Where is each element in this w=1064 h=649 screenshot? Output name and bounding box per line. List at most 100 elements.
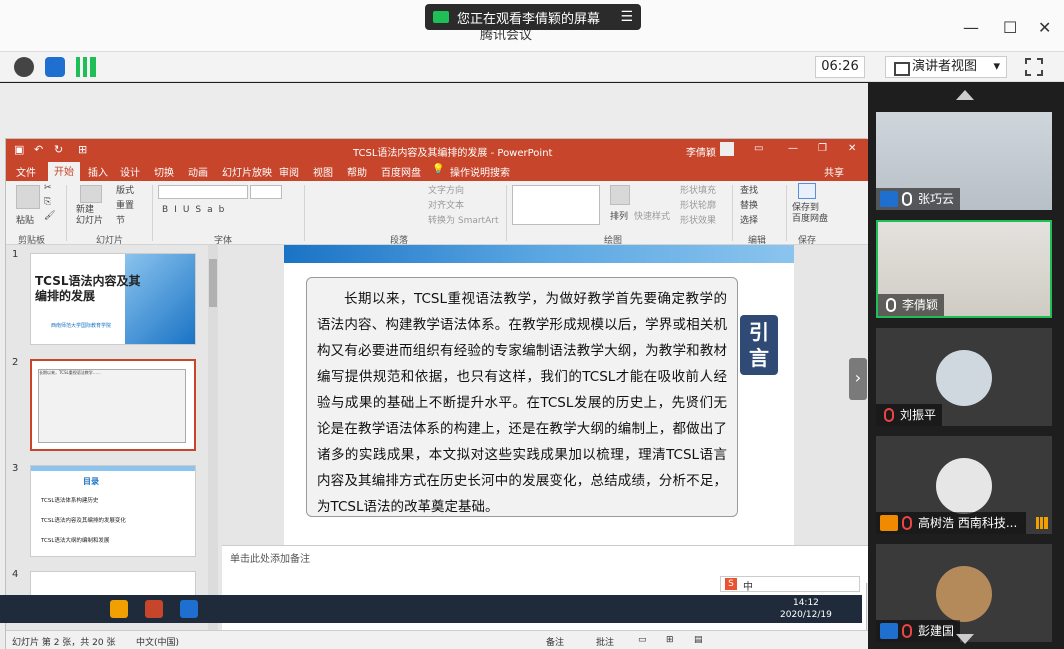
maximize-icon[interactable]: ☐: [1003, 18, 1017, 37]
new-slide-icon[interactable]: [80, 185, 102, 203]
share-button[interactable]: 共享: [824, 164, 844, 179]
notes-toggle[interactable]: 备注: [546, 635, 564, 648]
save-icon[interactable]: ▣: [14, 143, 24, 156]
tab-home[interactable]: 开始: [48, 162, 80, 181]
font-format-icons[interactable]: BIUSab: [162, 205, 230, 215]
sogou-icon: S: [725, 578, 737, 590]
thumbnail-scrollbar[interactable]: [208, 245, 218, 630]
slide-thumbnail-1[interactable]: TCSL语法内容及其编排的发展 西南师范大学国际教育学院: [30, 253, 196, 345]
view-mode-select[interactable]: 演讲者视图 ▾: [885, 56, 1007, 78]
scrollbar-thumb[interactable]: [209, 259, 217, 307]
scroll-down-icon[interactable]: [956, 634, 974, 644]
current-slide[interactable]: 长期以来，TCSL重视语法教学，为做好教学首先要确定教学的语法内容、构建教学语法…: [284, 245, 794, 545]
participant-name: 李倩颖: [902, 298, 939, 312]
signal-icon[interactable]: [76, 57, 96, 77]
shape-outline-button[interactable]: 形状轮廓: [680, 198, 716, 211]
arrange-icon[interactable]: [610, 185, 630, 205]
quick-styles-button[interactable]: 快速样式: [634, 209, 670, 222]
paste-icon[interactable]: [16, 185, 40, 209]
redo-icon[interactable]: ↻: [54, 143, 63, 156]
tab-view[interactable]: 视图: [313, 164, 333, 179]
layout-button[interactable]: 版式: [116, 183, 134, 196]
shape-effects-button[interactable]: 形状效果: [680, 213, 716, 226]
participant-name-bar: 张巧云: [876, 188, 961, 210]
font-name-select[interactable]: [158, 185, 248, 199]
tell-me-search[interactable]: 操作说明搜索: [450, 164, 510, 179]
find-button[interactable]: 查找: [740, 183, 758, 196]
tab-file[interactable]: 文件: [16, 164, 36, 179]
shape-fill-button[interactable]: 形状填充: [680, 183, 716, 196]
mic-icon: [886, 298, 896, 312]
arrange-button[interactable]: 排列: [610, 209, 628, 222]
paste-button[interactable]: 粘贴: [16, 213, 34, 226]
close-icon[interactable]: ✕: [848, 143, 856, 154]
slide-body-text[interactable]: 长期以来，TCSL重视语法教学，为做好教学首先要确定教学的语法内容、构建教学语法…: [306, 277, 738, 517]
avatar[interactable]: [720, 142, 734, 156]
copy-icon[interactable]: ⎘: [44, 197, 51, 207]
cut-icon[interactable]: ✂: [44, 183, 52, 193]
share-banner[interactable]: 您正在观看李倩颖的屏幕 ☰: [425, 4, 641, 30]
reading-view-icon[interactable]: ▤: [694, 635, 703, 645]
ime-toolbar[interactable]: S 中: [720, 576, 860, 593]
new-slide-button[interactable]: 新建 幻灯片: [76, 205, 103, 227]
smartart-button[interactable]: 转换为 SmartArt: [428, 213, 498, 226]
ribbon-display-icon[interactable]: ▭: [754, 143, 763, 154]
undo-icon[interactable]: ↶: [34, 143, 43, 156]
slide-thumbnail-3[interactable]: 目录 TCSL语法体系构建历史 TCSL语法内容及其编排的发展变化 TCSL语法…: [30, 465, 196, 557]
section-button[interactable]: 节: [116, 213, 125, 226]
comments-toggle[interactable]: 批注: [596, 635, 614, 648]
participant-tile[interactable]: 刘振平: [876, 328, 1052, 426]
thumb-subtitle: 西南师范大学国际教育学院: [51, 323, 112, 329]
ribbon-divider: [786, 185, 787, 241]
info-icon[interactable]: [14, 57, 34, 77]
present-icon[interactable]: ⊞: [78, 143, 87, 156]
baidu-cloud-icon[interactable]: [798, 183, 816, 199]
powerpoint-icon[interactable]: [145, 600, 163, 618]
reset-button[interactable]: 重置: [116, 198, 134, 211]
ime-mode[interactable]: 中: [743, 578, 753, 593]
sorter-view-icon[interactable]: ⊞: [666, 635, 674, 645]
shapes-gallery[interactable]: [512, 185, 600, 225]
format-painter-icon[interactable]: 🖌: [44, 211, 55, 221]
clock: 14:12 2020/12/19: [780, 597, 832, 621]
file-explorer-icon[interactable]: [110, 600, 128, 618]
ppt-title: TCSL语法内容及其编排的发展 - PowerPoint: [353, 148, 553, 159]
select-button[interactable]: 选择: [740, 213, 758, 226]
signal-icon: [1036, 517, 1048, 529]
tab-slideshow[interactable]: 幻灯片放映: [222, 164, 272, 179]
tab-design[interactable]: 设计: [120, 164, 140, 179]
align-text-button[interactable]: 对齐文本: [428, 198, 464, 211]
tencent-meeting-icon[interactable]: [180, 600, 198, 618]
minimize-icon[interactable]: —: [788, 143, 798, 154]
slide-header-band: [284, 245, 794, 263]
close-icon[interactable]: ✕: [1038, 18, 1051, 37]
participant-name-bar: 刘振平: [876, 404, 943, 426]
tab-transitions[interactable]: 切换: [154, 164, 174, 179]
normal-view-icon[interactable]: ▭: [638, 635, 647, 645]
tab-animations[interactable]: 动画: [188, 164, 208, 179]
font-size-select[interactable]: [250, 185, 282, 199]
scroll-up-icon[interactable]: [956, 90, 974, 100]
text-direction-button[interactable]: 文字方向: [428, 183, 464, 196]
user-icon: [880, 623, 898, 639]
tab-baidu[interactable]: 百度网盘: [381, 164, 421, 179]
tab-review[interactable]: 审阅: [279, 164, 299, 179]
shield-icon[interactable]: [45, 57, 65, 77]
slide-editor: 长期以来，TCSL重视语法教学，为做好教学首先要确定教学的语法内容、构建教学语法…: [222, 245, 868, 545]
minimize-icon[interactable]: —: [963, 18, 979, 37]
participant-tile[interactable]: 高树浩 西南科技...: [876, 436, 1052, 534]
next-slide-arrow-icon[interactable]: ›: [849, 358, 867, 400]
fullscreen-icon[interactable]: [1025, 58, 1043, 76]
clock-date: 2020/12/19: [780, 610, 832, 620]
slide-thumbnail-2[interactable]: 长期以来，TCSL重视语法教学……: [30, 359, 196, 451]
participant-tile[interactable]: 张巧云: [876, 112, 1052, 210]
save-baidu-button[interactable]: 保存到 百度网盘: [792, 203, 828, 225]
participant-tile[interactable]: 彭建国: [876, 544, 1052, 642]
tab-insert[interactable]: 插入: [88, 164, 108, 179]
replace-button[interactable]: 替换: [740, 198, 758, 211]
menu-icon[interactable]: ☰: [620, 9, 633, 25]
language-status[interactable]: 中文(中国): [136, 635, 179, 648]
tab-help[interactable]: 帮助: [347, 164, 367, 179]
restore-icon[interactable]: ❐: [818, 143, 827, 154]
participant-tile-active[interactable]: 李倩颖: [876, 220, 1052, 318]
